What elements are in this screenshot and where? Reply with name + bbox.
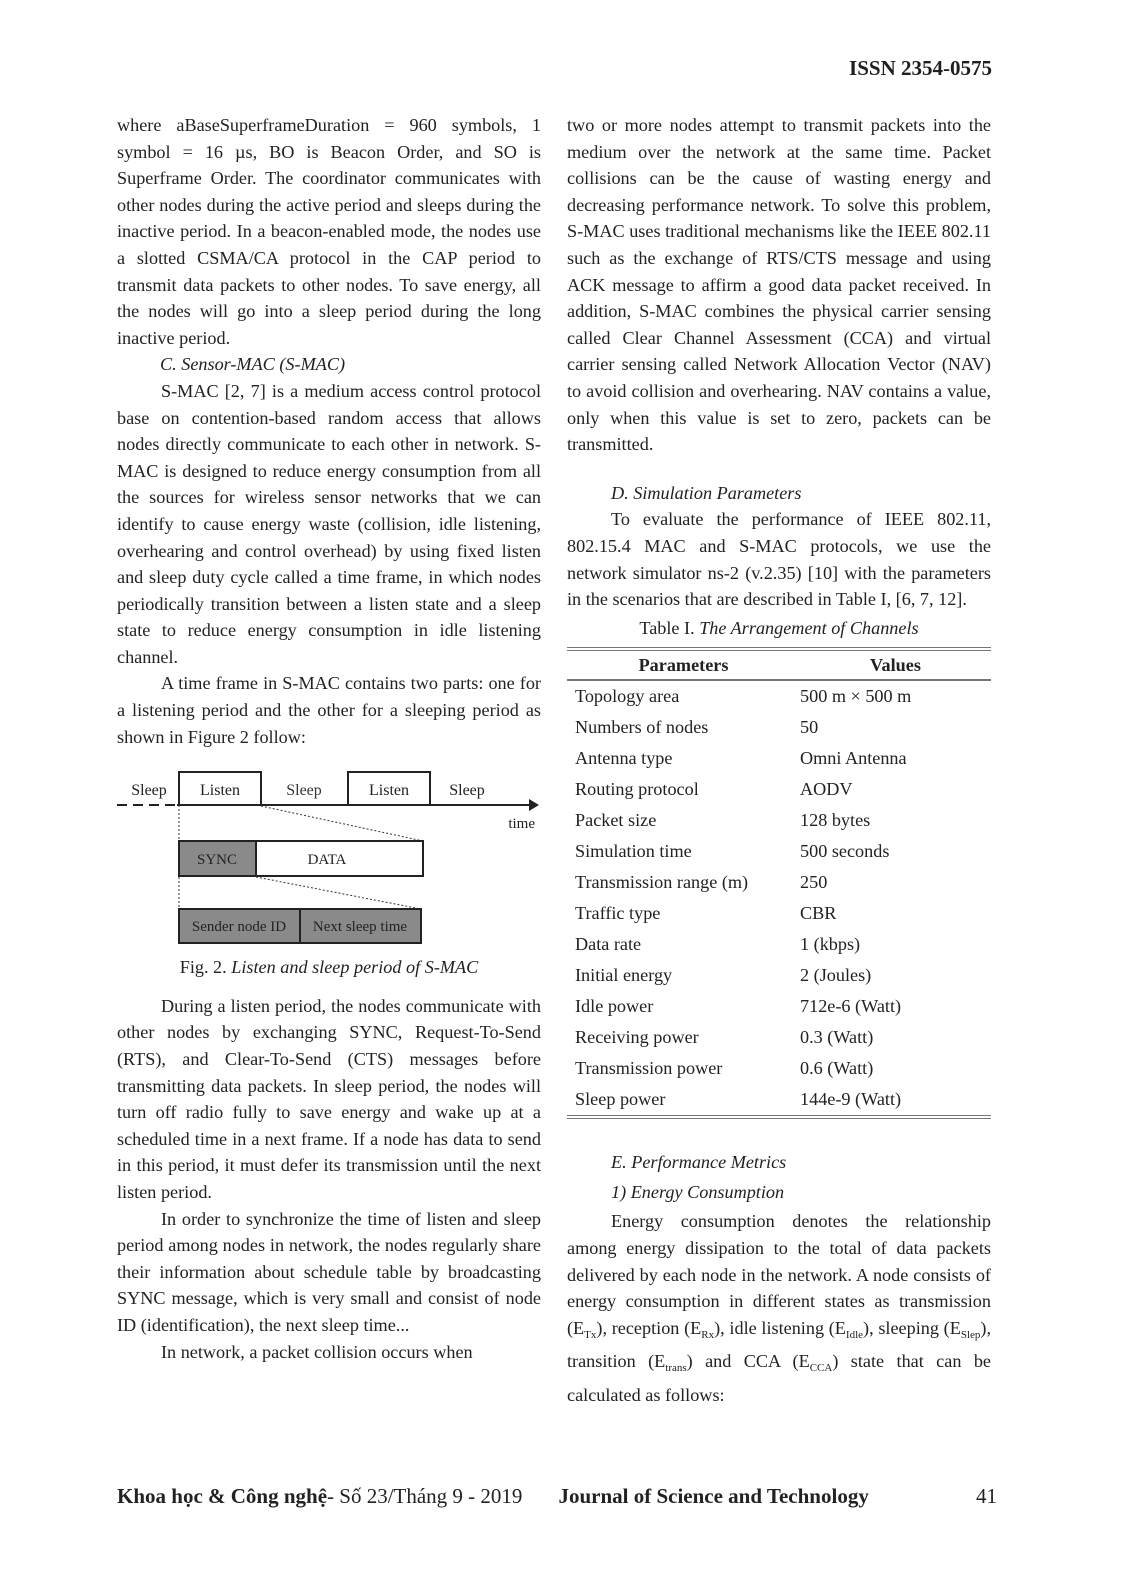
section-heading-c: C. Sensor-MAC (S-MAC) (160, 354, 346, 375)
parameter-name-cell: Traffic type (575, 903, 661, 924)
table-row: Numbers of nodes 50 (567, 712, 991, 743)
table-row: Antenna type Omni Antenna (567, 743, 991, 774)
right-column: two or more nodes attempt to transmit pa… (567, 112, 991, 1409)
parameter-value-cell: 1 (kbps) (800, 934, 861, 955)
parameter-value-cell: 500 seconds (800, 841, 890, 862)
parameter-value-cell: CBR (800, 903, 837, 924)
parameter-name-cell: Idle power (575, 996, 654, 1017)
parameter-name-cell: Antenna type (575, 748, 673, 769)
figure-caption-text: Listen and sleep period of S-MAC (231, 957, 479, 978)
section-heading-e: E. Performance Metrics (611, 1152, 787, 1173)
parameter-name-cell: Initial energy (575, 965, 673, 986)
table-row: Receiving power 0.3 (Watt) (567, 1022, 991, 1053)
subsection-heading-1: 1) Energy Consumption (611, 1181, 785, 1202)
timeline-label: Sleep (131, 782, 167, 799)
parameter-value-cell: AODV (800, 779, 853, 800)
parameter-value-cell: Omni Antenna (800, 748, 907, 769)
guide-line (260, 805, 424, 842)
parameter-name-cell: Simulation time (575, 841, 692, 862)
parameter-name-cell: Receiving power (575, 1027, 699, 1048)
parameter-value-cell: 50 (800, 717, 819, 738)
figure-caption-prefix: Fig. 2. (179, 957, 227, 978)
footer-journal-name: Journal of Science and Technology (558, 1484, 869, 1508)
parameter-name-cell: Data rate (575, 934, 642, 955)
paragraph: During a listen period, the nodes commun… (117, 995, 541, 1202)
table-body: Topology area 500 m × 500 m Numbers of nod… (567, 680, 991, 1117)
subscript: CCA (809, 1362, 833, 1375)
parameter-value-cell: 0.3 (Watt) (800, 1027, 874, 1048)
parameter-name-cell: Packet size (575, 810, 657, 831)
table-row: Sleep power 144e-9 (Watt) (567, 1084, 991, 1117)
paragraph: To evaluate the performance of IEEE 802.… (567, 509, 991, 610)
parameter-name-cell: Topology area (575, 686, 680, 707)
footer-issue: - Số 23/Tháng 9 - 2019 (327, 1484, 523, 1508)
issn-header: ISSN 2354-0575 (849, 56, 992, 80)
section-heading-d: D. Simulation Parameters (611, 482, 802, 503)
subscript: trans (665, 1362, 687, 1375)
table-row: Simulation time 500 seconds (567, 836, 991, 867)
subscript: Idle (845, 1328, 864, 1341)
subscript: Slep (960, 1328, 981, 1341)
text-run: ) and CCA (E (686, 1351, 810, 1372)
text-run: ), reception (E (596, 1317, 702, 1338)
figure-2: Sleep Listen Sleep Listen Sleep time SYN… (117, 760, 541, 950)
parameter-value-cell: 2 (Joules) (800, 965, 872, 986)
parameter-value-cell: 712e-6 (Watt) (800, 996, 902, 1017)
table-row: Data rate 1 (kbps) (567, 929, 991, 960)
timeline-label: Listen (369, 782, 409, 799)
table-caption-text: The Arrangement of Channels (699, 617, 919, 638)
parameter-name-cell: Transmission power (575, 1058, 723, 1079)
table-row: Topology area 500 m × 500 m (567, 680, 991, 712)
table-row: Idle power 712e-6 (Watt) (567, 991, 991, 1022)
arrow-head-icon (529, 799, 539, 812)
parameter-value-cell: 500 m × 500 m (800, 686, 912, 707)
listen-sleep-diagram: Sleep Listen Sleep Listen Sleep time SYN… (117, 771, 539, 945)
block-label: Sender node ID (192, 919, 286, 935)
column-header: Parameters (567, 649, 800, 682)
table-header-row: Parameters Values (567, 649, 991, 682)
parameter-name-cell: Routing protocol (575, 779, 699, 800)
parameter-name-cell: Numbers of nodes (575, 717, 709, 738)
page-number: 41 (976, 1484, 997, 1508)
table-row: Traffic type CBR (567, 898, 991, 929)
timeline-label: Listen (200, 782, 240, 799)
figure-caption: Fig. 2. Listen and sleep period of S-MAC (117, 954, 541, 981)
axis-label-time: time (508, 816, 535, 832)
page-footer: Khoa học & Công nghệ - Số 23/Tháng 9 - 2… (117, 1484, 997, 1509)
timeline-label: Sleep (449, 782, 485, 799)
text-run: ), idle listening (E (714, 1317, 846, 1338)
subscript: Tx (584, 1328, 597, 1341)
column-header: Values (800, 649, 991, 682)
table-row: Transmission power 0.6 (Watt) (567, 1053, 991, 1084)
paragraph: S-MAC [2, 7] is a medium access control … (117, 380, 541, 667)
footer-vn-title: Khoa học & Công nghệ (117, 1484, 328, 1508)
paragraph: Energy consumption denotes the relations… (567, 1208, 991, 1408)
parameter-name-cell: Sleep power (575, 1089, 666, 1110)
paragraph: A time frame in S-MAC contains two parts… (117, 673, 541, 747)
table-row: Initial energy 2 (Joules) (567, 960, 991, 991)
paragraph: two or more nodes attempt to transmit pa… (567, 115, 991, 455)
parameter-value-cell: 250 (800, 872, 828, 893)
table-row: Packet size 128 bytes (567, 805, 991, 836)
subscript: Rx (701, 1328, 715, 1341)
block-label: SYNC (197, 852, 237, 868)
block-label: Next sleep time (313, 919, 407, 935)
guide-line (255, 876, 422, 910)
parameter-value-cell: 128 bytes (800, 810, 871, 831)
paragraph: In order to synchronize the time of list… (117, 1208, 541, 1335)
parameters-table: Parameters Values Topology area 500 m × 5… (567, 647, 991, 1120)
parameter-value-cell: 144e-9 (Watt) (800, 1089, 902, 1110)
paragraph: where aBaseSuperframeDuration = 960 symb… (117, 115, 541, 348)
table-caption: Table I. The Arrangement of Channels (567, 615, 991, 642)
text-run: ), sleeping (E (863, 1317, 961, 1338)
table-caption-prefix: Table I. (639, 617, 695, 638)
table-row: Routing protocol AODV (567, 774, 991, 805)
paragraph: In network, a packet collision occurs wh… (161, 1341, 473, 1362)
left-column: where aBaseSuperframeDuration = 960 symb… (117, 112, 541, 1365)
timeline-label: Sleep (286, 782, 322, 799)
parameter-name-cell: Transmission range (m) (575, 872, 749, 893)
block-label: DATA (308, 852, 347, 868)
table-row: Transmission range (m) 250 (567, 867, 991, 898)
parameter-value-cell: 0.6 (Watt) (800, 1058, 874, 1079)
